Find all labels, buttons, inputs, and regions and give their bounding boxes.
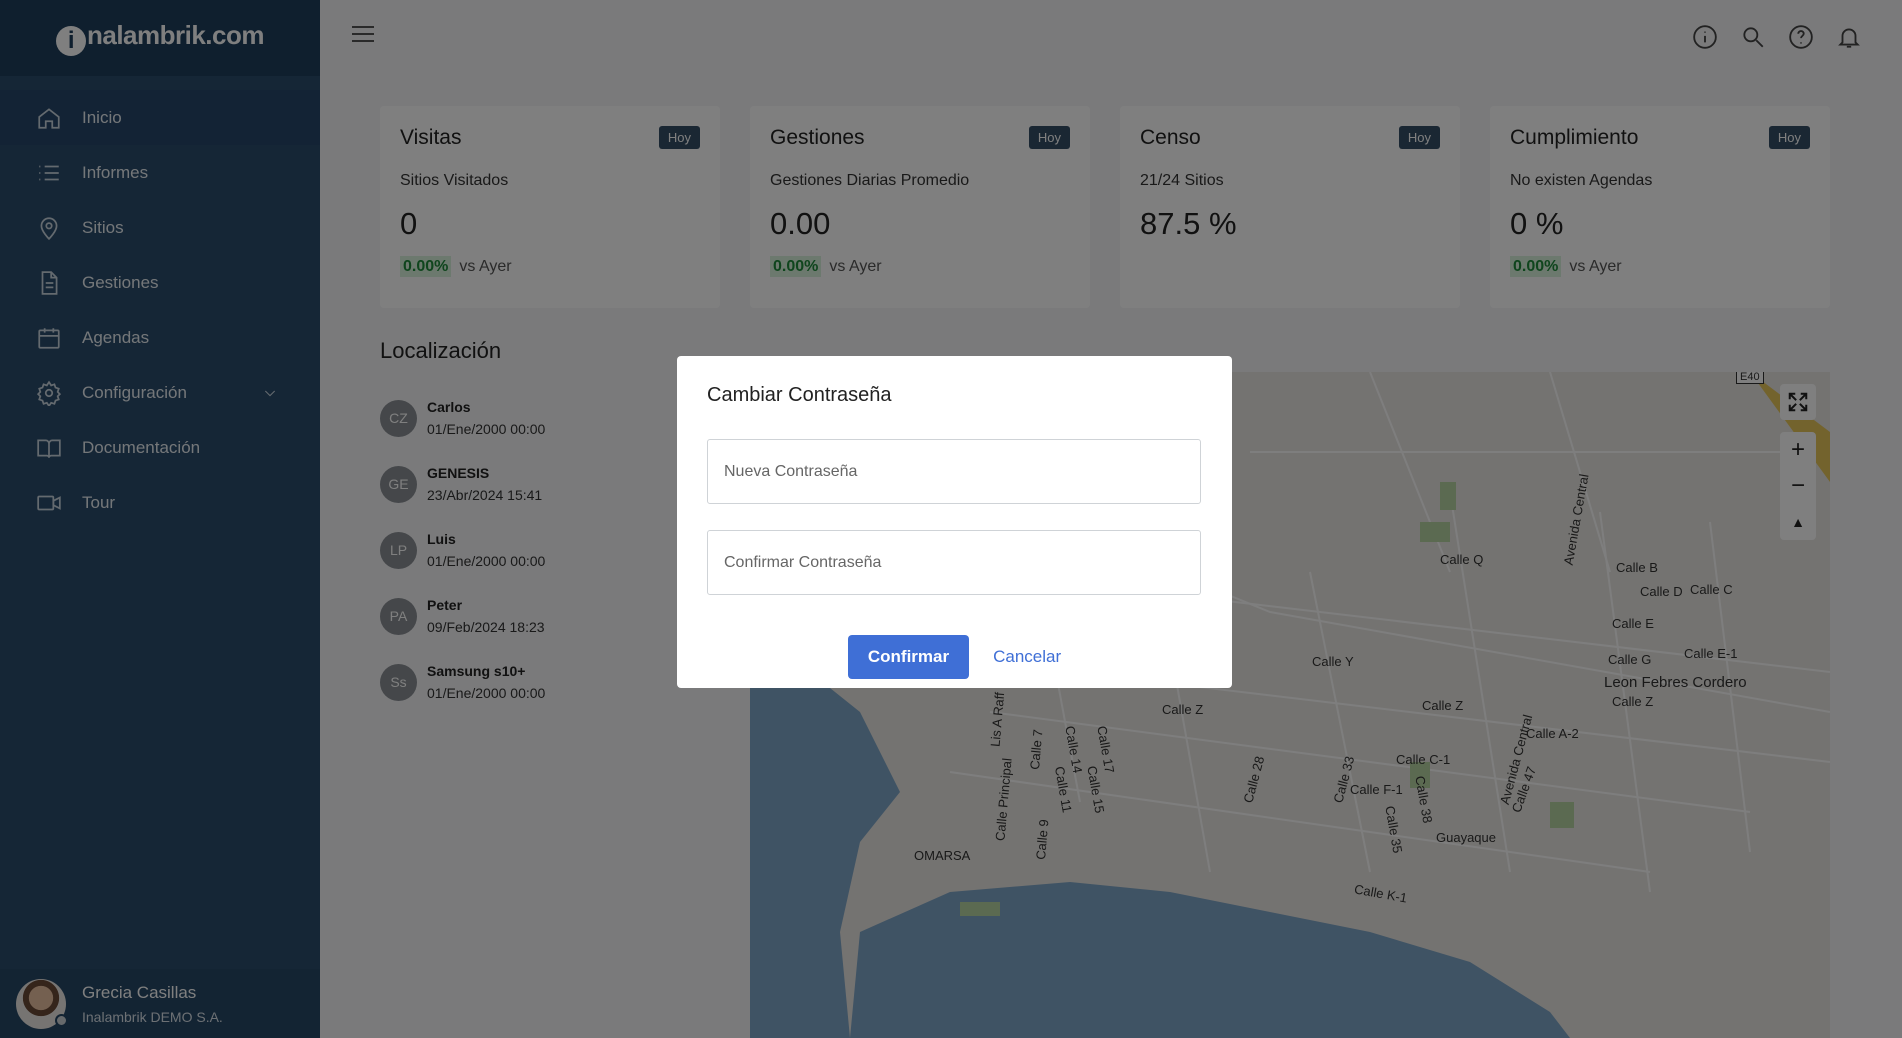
confirm-button[interactable]: Confirmar [847,635,970,679]
dialog-actions: Confirmar Cancelar [707,635,1202,679]
change-password-dialog: Cambiar Contraseña Confirmar Cancelar [677,356,1232,688]
dialog-title: Cambiar Contraseña [707,384,892,406]
cancel-button[interactable]: Cancelar [993,647,1061,667]
new-password-input[interactable] [707,439,1201,504]
confirm-password-input[interactable] [707,530,1201,595]
